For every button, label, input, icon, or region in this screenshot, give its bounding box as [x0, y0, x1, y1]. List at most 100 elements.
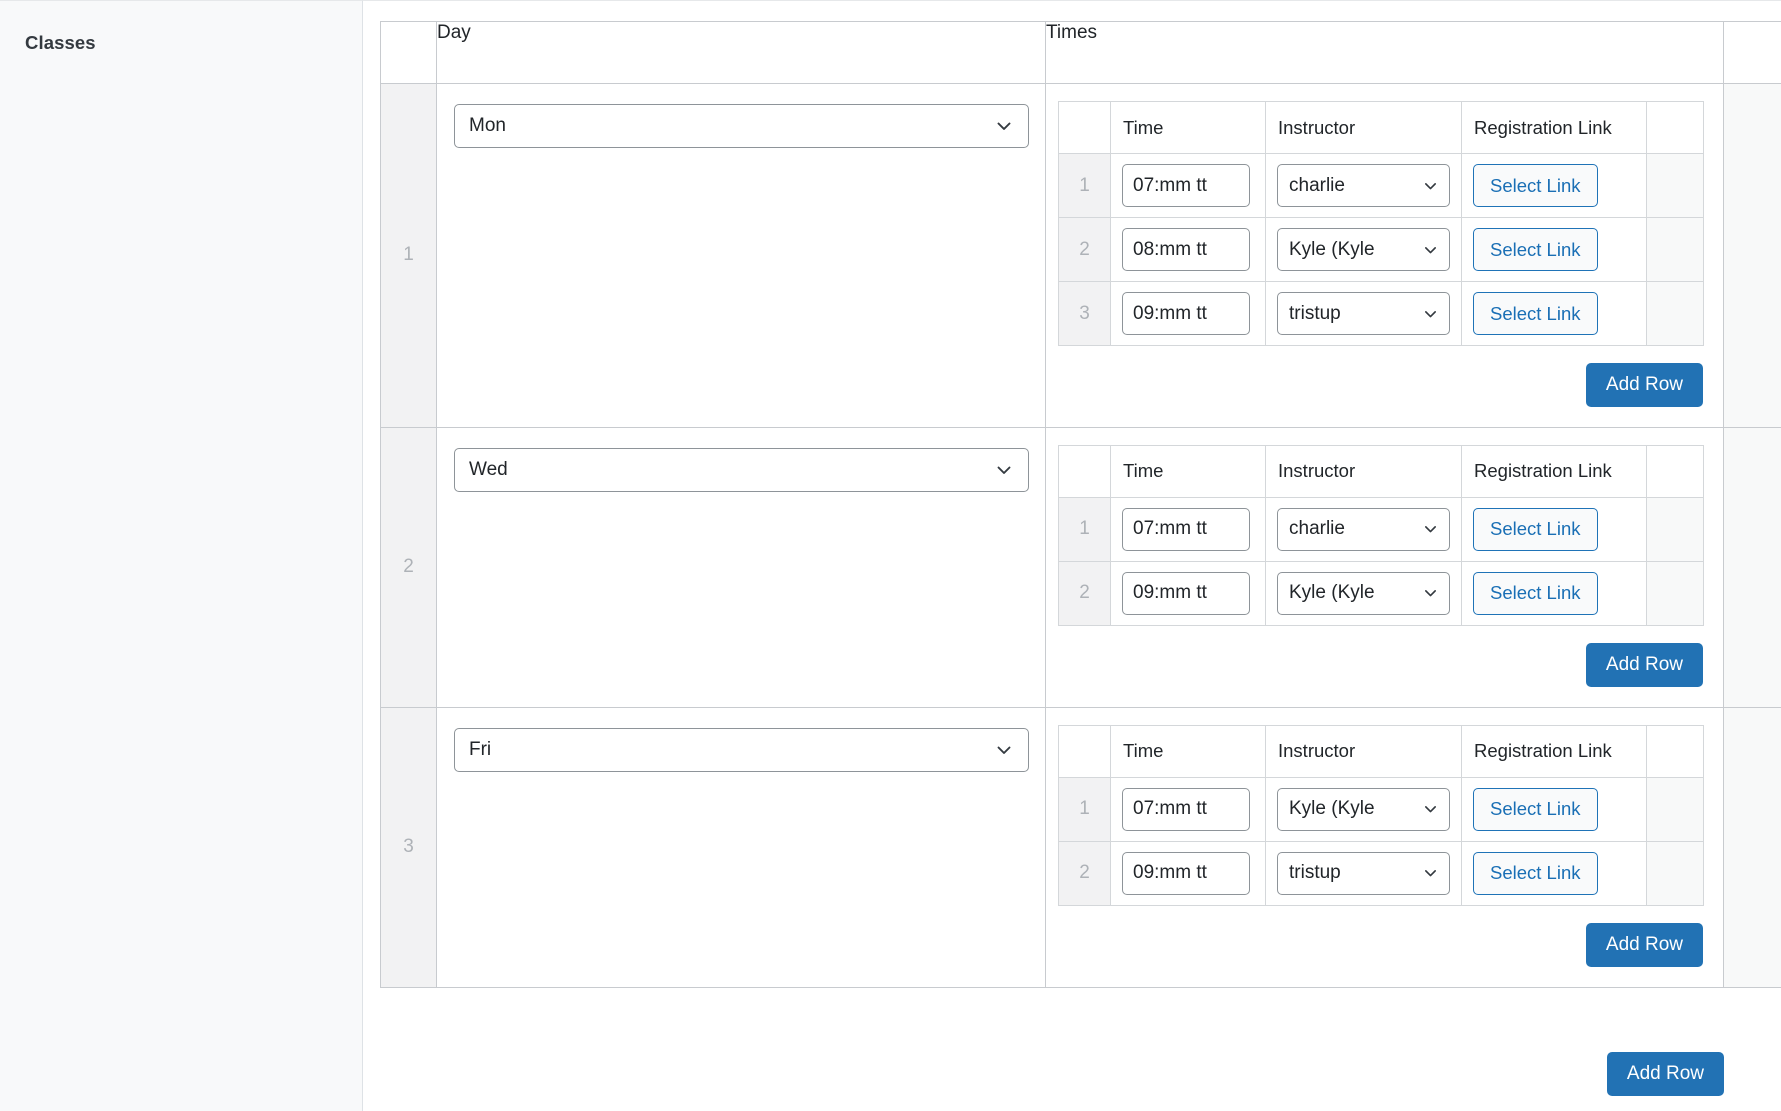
times-table-header-row: Time Instructor Registration Link — [1058, 101, 1704, 154]
times-header-number — [1058, 724, 1111, 778]
instructor-select[interactable]: Kyle (Kyle — [1277, 228, 1450, 271]
times-header-instructor: Instructor — [1265, 724, 1462, 778]
day-cell: Fri — [436, 706, 1046, 988]
instructor-select-value: tristup — [1289, 862, 1341, 884]
chevron-down-icon-wrap — [994, 740, 1014, 760]
instructor-cell: Kyle (Kyle — [1265, 217, 1462, 282]
chevron-down-icon-wrap — [994, 460, 1014, 480]
main-content: Day Times 1 Mon Time Instructor Registration… — [363, 0, 1781, 1111]
time-input[interactable] — [1122, 851, 1250, 895]
class-day-row: 3 Fri TimeInstructorRegistration Link1 Kyle… — [380, 706, 1781, 988]
time-input[interactable] — [1122, 571, 1250, 615]
times-header-number — [1058, 444, 1111, 498]
times-table: TimeInstructorRegistration Link1charlieS… — [1058, 101, 1704, 346]
registration-link-cell: Select Link — [1461, 217, 1647, 282]
chevron-down-icon — [997, 122, 1011, 130]
times-header-number — [1058, 101, 1111, 154]
select-link-button[interactable]: Select Link — [1473, 571, 1598, 615]
instructor-select[interactable]: Kyle (Kyle — [1277, 787, 1450, 831]
time-row-actions-cell — [1646, 153, 1704, 218]
times-table-body: 1 charlie Select Link 2 Kyle (Kyle Select Lin… — [1058, 496, 1704, 626]
time-row-number: 1 — [1058, 496, 1111, 562]
time-cell — [1110, 281, 1266, 346]
instructor-select[interactable]: charlie — [1277, 164, 1450, 207]
chevron-down-icon-wrap — [994, 116, 1014, 136]
registration-link-cell: Select Link — [1461, 840, 1647, 906]
chevron-down-icon — [1425, 182, 1436, 189]
instructor-cell: Kyle (Kyle — [1265, 776, 1462, 842]
times-table-wrap: TimeInstructorRegistration Link1charlieS… — [1058, 101, 1711, 407]
registration-link-cell: Select Link — [1461, 281, 1647, 346]
day-select[interactable]: Fri — [454, 727, 1029, 772]
chevron-down-icon — [1425, 806, 1436, 813]
day-select[interactable]: Mon — [454, 104, 1029, 148]
chevron-down-icon-wrap — [1422, 865, 1439, 882]
times-add-row-bar: Add Row — [1058, 626, 1703, 687]
registration-link-cell: Select Link — [1461, 153, 1647, 218]
instructor-select[interactable]: charlie — [1277, 507, 1450, 551]
instructor-select[interactable]: tristup — [1277, 851, 1450, 895]
instructor-select-value: charlie — [1289, 174, 1345, 196]
select-link-button[interactable]: Select Link — [1473, 851, 1598, 895]
registration-link-cell: Select Link — [1461, 776, 1647, 842]
classes-table-body: 1MonTimeInstructorRegistration Link1char… — [380, 83, 1781, 988]
day-cell: Wed — [436, 426, 1046, 708]
chevron-down-icon-wrap — [1422, 521, 1439, 538]
time-cell — [1110, 776, 1266, 842]
time-row: 2 Kyle (Kyle Select Link — [1058, 217, 1704, 282]
instructor-select[interactable]: Kyle (Kyle — [1277, 571, 1450, 615]
instructor-cell: charlie — [1265, 496, 1462, 562]
time-row: 2 tristup Select Link — [1058, 840, 1704, 906]
class-row-number: 3 — [380, 706, 437, 988]
chevron-down-icon — [1425, 870, 1436, 877]
times-header-registration-link: Registration Link — [1461, 724, 1647, 778]
class-day-row: 1MonTimeInstructorRegistration Link1char… — [380, 83, 1781, 428]
time-input[interactable] — [1122, 787, 1250, 831]
time-cell — [1110, 560, 1266, 626]
time-input[interactable] — [1122, 507, 1250, 551]
add-class-row-button[interactable]: Add Row — [1606, 1052, 1724, 1096]
add-time-row-button[interactable]: Add Row — [1585, 642, 1703, 687]
page-title: Classes — [25, 32, 96, 53]
chevron-down-icon — [997, 746, 1011, 754]
times-table-wrap: TimeInstructorRegistration Link1charlieS… — [1058, 444, 1711, 687]
day-select-value: Wed — [469, 458, 508, 480]
times-add-row-bar: Add Row — [1058, 906, 1703, 967]
time-row: 1 charlie Select Link — [1058, 153, 1704, 218]
chevron-down-icon — [1425, 310, 1436, 317]
time-row-actions-cell — [1646, 560, 1704, 626]
instructor-select-value: Kyle (Kyle — [1289, 798, 1375, 820]
times-table-body: 1 Kyle (Kyle Select Link 2 tristup Select Lin… — [1058, 776, 1704, 906]
time-row: 2 Kyle (Kyle Select Link — [1058, 560, 1704, 626]
time-row-number: 1 — [1058, 776, 1111, 842]
time-input[interactable] — [1122, 164, 1250, 207]
times-table-header-row: Time Instructor Registration Link — [1058, 724, 1704, 778]
chevron-down-icon — [1425, 246, 1436, 253]
time-input[interactable] — [1122, 228, 1250, 271]
chevron-down-icon — [997, 466, 1011, 474]
add-time-row-button[interactable]: Add Row — [1585, 922, 1703, 967]
classes-schedule-page: Classes Day Times 1 Mon Time Instructor Regi… — [0, 0, 1781, 1111]
times-header-time: Time — [1110, 444, 1266, 498]
time-row-number: 3 — [1058, 281, 1111, 346]
add-time-row-button[interactable]: Add Row — [1585, 363, 1703, 407]
time-row: 1 Kyle (Kyle Select Link — [1058, 776, 1704, 842]
chevron-down-icon — [1425, 526, 1436, 533]
class-day-row: 2WedTimeInstructorRegistration Link1char… — [380, 426, 1781, 708]
instructor-select[interactable]: tristup — [1277, 292, 1450, 335]
registration-link-cell: Select Link — [1461, 496, 1647, 562]
select-link-button[interactable]: Select Link — [1473, 292, 1598, 335]
time-row-number: 2 — [1058, 840, 1111, 906]
instructor-select-value: charlie — [1289, 518, 1345, 540]
time-cell — [1110, 496, 1266, 562]
time-row-actions-cell — [1646, 281, 1704, 346]
select-link-button[interactable]: Select Link — [1473, 164, 1598, 207]
header-actions — [1723, 21, 1781, 84]
time-input[interactable] — [1122, 292, 1250, 335]
select-link-button[interactable]: Select Link — [1473, 507, 1598, 551]
select-link-button[interactable]: Select Link — [1473, 228, 1598, 271]
day-select[interactable]: Wed — [454, 447, 1029, 492]
chevron-down-icon — [1425, 590, 1436, 597]
time-cell — [1110, 840, 1266, 906]
select-link-button[interactable]: Select Link — [1473, 787, 1598, 831]
